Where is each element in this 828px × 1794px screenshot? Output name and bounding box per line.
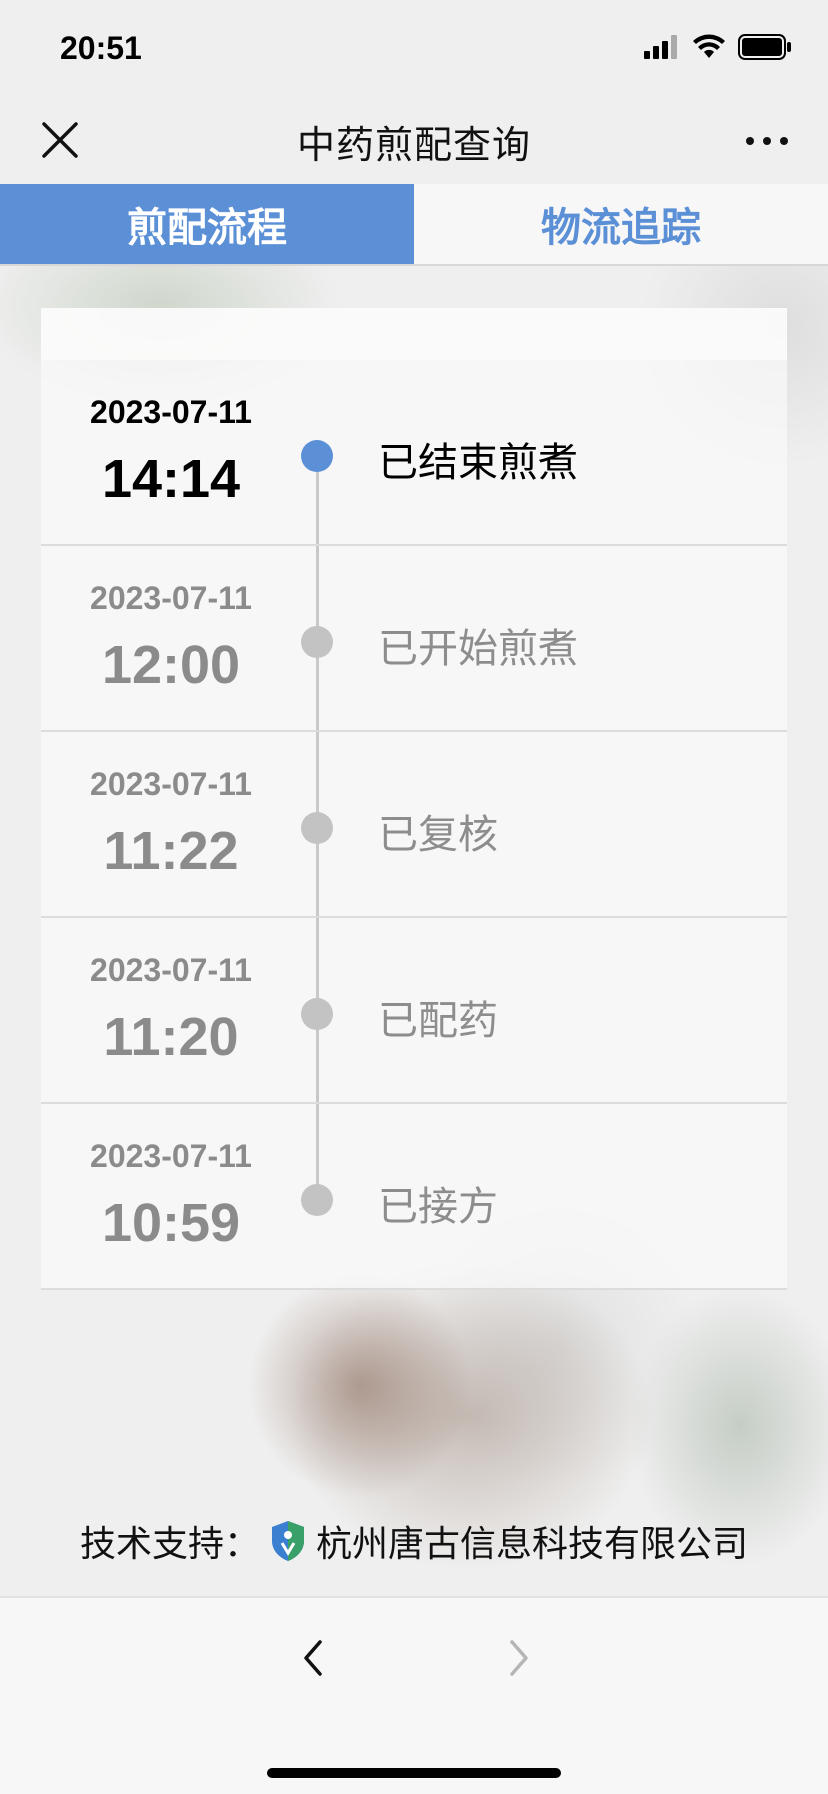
- page-title: 中药煎配查询: [296, 123, 531, 167]
- timeline-row: 2023-07-11 12:00 已开始煎煮: [41, 546, 787, 732]
- signal-icon: [644, 35, 677, 59]
- timeline-row: 2023-07-11 11:22 已复核: [41, 732, 787, 918]
- tab-logistics[interactable]: 物流追踪: [414, 184, 828, 264]
- timeline-date: 2023-07-11: [90, 394, 252, 430]
- timeline-status: 已结束煎煮: [378, 440, 578, 486]
- timeline-row: 2023-07-11 11:20 已配药: [41, 918, 787, 1104]
- timeline-dot: [301, 1184, 333, 1216]
- timeline-dot: [301, 626, 333, 658]
- battery-icon: [738, 34, 791, 60]
- tech-support-footer: 技术支持： 杭州唐古信息科技有限公司: [0, 1515, 828, 1567]
- timeline-time: 12:00: [101, 635, 241, 695]
- timeline-card-header: [41, 308, 787, 360]
- timeline-time: 14:14: [101, 449, 241, 509]
- timeline-time: 10:59: [101, 1193, 241, 1253]
- timeline-date: 2023-07-11: [90, 766, 252, 802]
- timeline-dot: [301, 440, 333, 472]
- timeline-date: 2023-07-11: [90, 580, 252, 616]
- footer-company: 杭州唐古信息科技有限公司: [316, 1524, 749, 1565]
- timeline-status: 已开始煎煮: [378, 626, 578, 672]
- status-time: 20:51: [60, 30, 142, 66]
- company-logo-icon: [272, 1521, 304, 1561]
- tab-process[interactable]: 煎配流程: [0, 184, 414, 264]
- forward-arrow-icon[interactable]: [500, 1638, 536, 1678]
- bottom-nav-bar: [0, 1596, 828, 1794]
- tab-bar: 煎配流程 物流追踪: [0, 184, 828, 266]
- footer-prefix: 技术支持：: [79, 1524, 260, 1565]
- more-icon[interactable]: [742, 126, 792, 156]
- nav-bar: 中药煎配查询: [0, 100, 828, 184]
- timeline-status: 已配药: [378, 998, 498, 1044]
- wifi-icon: [693, 34, 725, 58]
- timeline-date: 2023-07-11: [90, 1138, 252, 1174]
- timeline-date: 2023-07-11: [90, 952, 252, 988]
- timeline-status: 已接方: [378, 1184, 498, 1230]
- back-arrow-icon[interactable]: [296, 1638, 332, 1678]
- home-indicator: [267, 1768, 561, 1778]
- timeline-row: 2023-07-11 10:59 已接方: [41, 1104, 787, 1290]
- timeline-time: 11:20: [103, 1007, 239, 1067]
- timeline-dot: [301, 998, 333, 1030]
- timeline-status: 已复核: [378, 812, 498, 858]
- status-bar: 20:51: [0, 0, 828, 100]
- status-icons: [644, 34, 792, 60]
- timeline-row: 2023-07-11 14:14 已结束煎煮: [41, 360, 787, 546]
- timeline-dot: [301, 812, 333, 844]
- timeline-time: 11:22: [103, 821, 239, 881]
